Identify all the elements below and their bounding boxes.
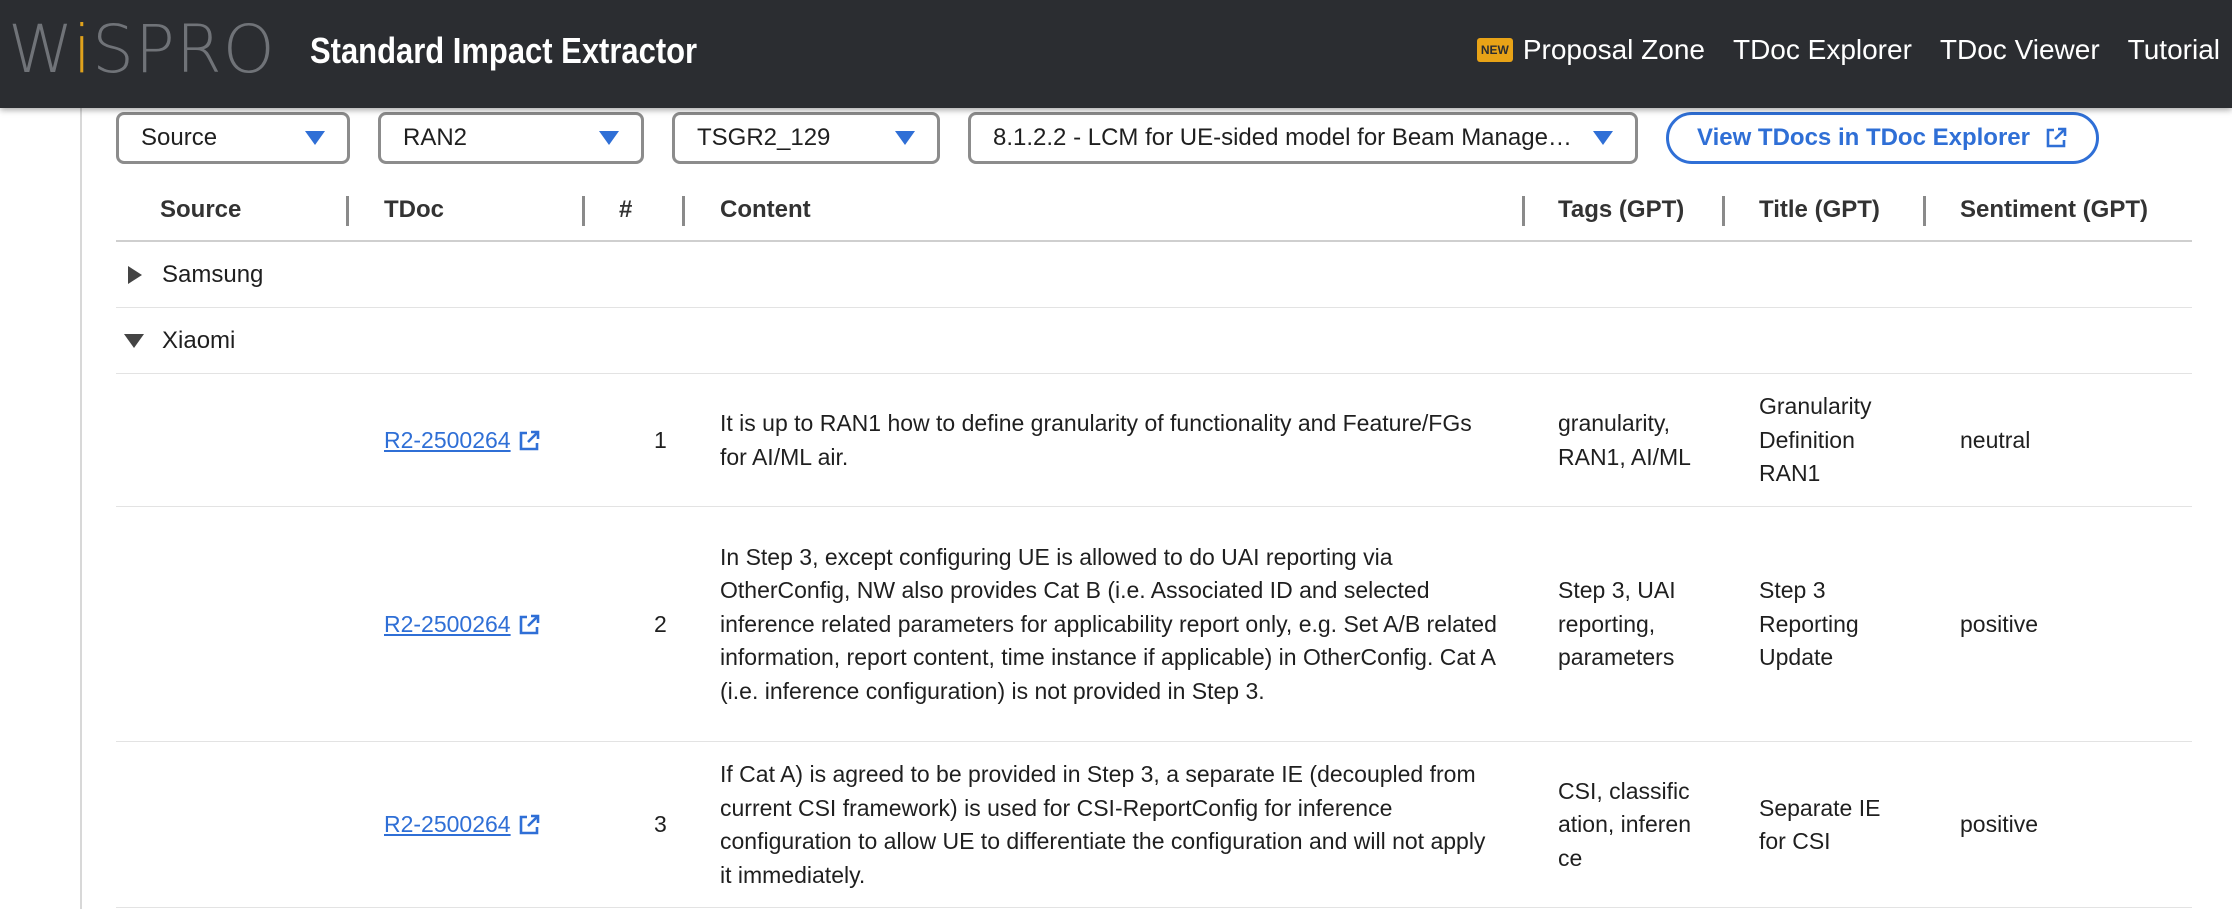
external-link-icon (519, 814, 539, 835)
table-header: Source TDoc # Content Tags (GPT) Title (… (116, 180, 2192, 242)
column-resize-handle[interactable] (582, 196, 585, 226)
tdoc-cell: R2-2500264 (384, 742, 541, 908)
tdoc-id: R2-2500264 (384, 811, 511, 838)
external-link-icon (519, 430, 539, 450)
tdoc-cell: R2-2500264 (384, 507, 541, 742)
group-label: Xiaomi (162, 326, 236, 354)
button-label: View TDocs in TDoc Explorer (1697, 124, 2030, 151)
tdoc-link[interactable]: R2-2500264 (384, 424, 541, 458)
col-title[interactable]: Title (GPT) (1759, 180, 1880, 240)
content-cell: If Cat A) is agreed to be provided in St… (720, 761, 1486, 888)
select-value: Source (141, 124, 218, 151)
sentiment-cell: positive (1960, 811, 2038, 838)
app-title: Standard Impact Extractor (310, 30, 698, 71)
group-label: Samsung (162, 260, 264, 288)
impact-table: Source TDoc # Content Tags (GPT) Title (… (116, 180, 2192, 908)
col-content[interactable]: Content (720, 180, 811, 240)
new-badge: NEW (1476, 38, 1513, 62)
group-row-samsung[interactable]: Samsung (116, 242, 2192, 308)
tags-cell: granularity, RAN1, AI/ML (1558, 410, 1691, 470)
expand-icon[interactable] (128, 265, 142, 284)
col-tags[interactable]: Tags (GPT) (1558, 180, 1684, 240)
chevron-down-icon (1593, 131, 1613, 145)
nav-tdoc-explorer[interactable]: TDoc Explorer (1733, 34, 1912, 66)
col-tdoc[interactable]: TDoc (384, 180, 444, 240)
sentiment-cell: neutral (1960, 426, 2031, 453)
table-row: R2-2500264 1 It is up to RAN1 how to def… (116, 374, 2192, 507)
top-bar: WiSPRO Standard Impact Extractor NEW Pro… (0, 0, 2232, 108)
tdoc-link[interactable]: R2-2500264 (384, 608, 541, 642)
tdoc-link[interactable]: R2-2500264 (384, 808, 541, 842)
column-resize-handle[interactable] (1923, 196, 1926, 226)
select-value: 8.1.2.2 - LCM for UE-sided model for Bea… (993, 124, 1581, 151)
chevron-down-icon (599, 131, 619, 145)
group-row-xiaomi[interactable]: Xiaomi (116, 308, 2192, 374)
col-source[interactable]: Source (160, 180, 241, 240)
logo-text: WiSPRO (8, 11, 276, 88)
table-row: R2-2500264 3 If Cat A) is agreed to be p… (116, 742, 2192, 908)
column-resize-handle[interactable] (1522, 196, 1525, 226)
nav-label: Proposal Zone (1522, 34, 1705, 65)
meeting-select[interactable]: TSGR2_129 (672, 112, 940, 164)
select-value: RAN2 (403, 124, 468, 151)
external-link-icon (519, 614, 539, 634)
main-nav: NEW Proposal Zone TDoc Explorer TDoc Vie… (1476, 34, 2220, 66)
tags-cell: Step 3, UAI reporting, parameters (1558, 577, 1676, 671)
column-resize-handle[interactable] (346, 196, 349, 226)
column-resize-handle[interactable] (1722, 196, 1725, 226)
content-cell: It is up to RAN1 how to define granulari… (720, 410, 1472, 470)
nav-tutorial[interactable]: Tutorial (2128, 34, 2220, 66)
tdoc-id: R2-2500264 (384, 426, 511, 453)
title-cell: Separate IE for CSI (1759, 794, 1881, 855)
tdoc-id: R2-2500264 (384, 610, 511, 637)
col-sentiment[interactable]: Sentiment (GPT) (1960, 180, 2148, 240)
table-row: R2-2500264 2 In Step 3, except configuri… (116, 507, 2192, 742)
column-resize-handle[interactable] (682, 196, 685, 226)
group-select[interactable]: RAN2 (378, 112, 644, 164)
chevron-down-icon (305, 131, 325, 145)
col-number[interactable]: # (619, 180, 632, 240)
row-number: 1 (654, 426, 667, 453)
sentiment-cell: positive (1960, 610, 2038, 637)
tdoc-cell: R2-2500264 (384, 374, 541, 507)
title-cell: Granularity Definition RAN1 (1759, 393, 1872, 487)
wispro-logo[interactable]: WiSPRO (8, 10, 276, 90)
nav-proposal-zone[interactable]: NEW Proposal Zone (1476, 34, 1705, 66)
nav-tdoc-viewer[interactable]: TDoc Viewer (1940, 34, 2100, 66)
view-tdocs-button[interactable]: View TDocs in TDoc Explorer (1666, 112, 2099, 164)
source-select[interactable]: Source (116, 112, 350, 164)
row-number: 3 (654, 811, 667, 838)
select-value: TSGR2_129 (697, 124, 831, 151)
agenda-select[interactable]: 8.1.2.2 - LCM for UE-sided model for Bea… (968, 112, 1638, 164)
row-number: 2 (654, 610, 667, 637)
collapse-icon[interactable] (124, 333, 144, 348)
title-cell: Step 3 Reporting Update (1759, 577, 1859, 671)
external-link-icon (2046, 127, 2067, 148)
main-panel: Source RAN2 TSGR2_129 8.1.2.2 - LCM for … (80, 108, 2232, 909)
tags-cell: CSI, classification, inference (1558, 777, 1691, 871)
chevron-down-icon (895, 131, 915, 145)
content-cell: In Step 3, except configuring UE is allo… (720, 543, 1497, 704)
filter-bar: Source RAN2 TSGR2_129 8.1.2.2 - LCM for … (116, 112, 2099, 164)
